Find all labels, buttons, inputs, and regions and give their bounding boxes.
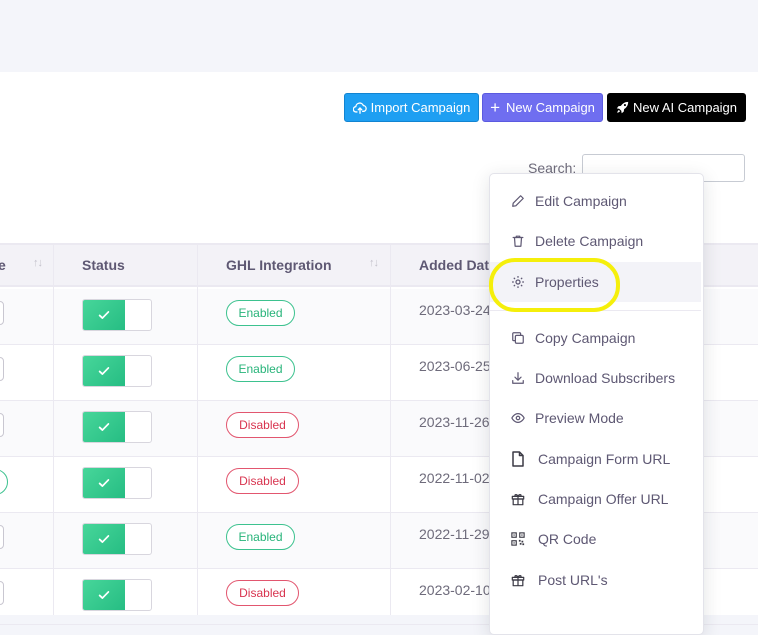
check-icon: [83, 468, 125, 498]
new-campaign-button[interactable]: + New Campaign: [482, 93, 603, 122]
check-icon: [83, 412, 125, 442]
dropdown-item-label: Delete Campaign: [535, 233, 644, 249]
column-divider: [53, 243, 54, 615]
dropdown-item-label: Campaign Offer URL: [538, 491, 669, 507]
new-ai-campaign-label: New AI Campaign: [632, 100, 738, 115]
dropdown-item-preview-mode[interactable]: Preview Mode: [490, 398, 701, 438]
column-header-name[interactable]: e: [0, 245, 6, 285]
cut-off-cell-control[interactable]: [0, 581, 4, 605]
column-divider: [390, 243, 391, 615]
dropdown-item-edit-campaign[interactable]: Edit Campaign: [490, 181, 701, 221]
status-toggle[interactable]: [82, 299, 152, 331]
dropdown-item-label: Edit Campaign: [535, 193, 627, 209]
check-icon: [83, 580, 125, 610]
new-campaign-label: New Campaign: [506, 100, 595, 115]
cloud-upload-icon: [352, 101, 367, 114]
gear-icon: [510, 274, 526, 290]
dropdown-item-label: Post URL's: [538, 572, 608, 588]
ghl-status-badge: Enabled: [226, 356, 295, 382]
added-date: 2023-03-24: [419, 302, 491, 318]
dropdown-item-copy-campaign[interactable]: Copy Campaign: [490, 318, 701, 358]
trash-icon: [510, 233, 526, 249]
ghl-status-badge: Enabled: [226, 300, 295, 326]
dropdown-item-label: Download Subscribers: [535, 370, 676, 386]
dropdown-item-qr-code[interactable]: QR Code: [490, 519, 701, 559]
dropdown-item-delete-campaign[interactable]: Delete Campaign: [490, 221, 701, 261]
column-header-added-date[interactable]: Added Dat: [419, 245, 489, 285]
cut-off-cell-control[interactable]: [0, 357, 4, 381]
status-toggle[interactable]: [82, 411, 152, 443]
ghl-status-badge: Disabled: [226, 412, 299, 438]
qr-code-icon: [510, 531, 526, 547]
added-date: 2022-11-29: [419, 526, 490, 542]
eye-icon: [510, 410, 526, 426]
dropdown-item-properties[interactable]: Properties: [490, 262, 701, 302]
plus-icon: +: [490, 98, 501, 117]
ghl-status-badge: Disabled: [226, 468, 299, 494]
ghl-status-badge: Disabled: [226, 580, 299, 606]
dropdown-item-label: Properties: [535, 274, 599, 290]
column-header-status[interactable]: Status: [82, 245, 125, 285]
check-icon: [83, 524, 125, 554]
dropdown-item-download-subscribers[interactable]: Download Subscribers: [490, 358, 701, 398]
ghl-status-badge: Enabled: [226, 524, 295, 550]
dropdown-item-label: Campaign Form URL: [538, 451, 671, 467]
gift-icon: [510, 572, 526, 588]
check-icon: [83, 356, 125, 386]
edit-icon: [510, 193, 526, 209]
dropdown-item-label: Preview Mode: [535, 410, 624, 426]
dropdown-item-label: Copy Campaign: [535, 330, 636, 346]
added-date: 2023-06-25: [419, 358, 491, 374]
dropdown-divider: [490, 310, 701, 311]
added-date: 2022-11-02: [419, 470, 490, 486]
dropdown-item-campaign-offer-url[interactable]: Campaign Offer URL: [490, 479, 701, 519]
import-campaign-label: Import Campaign: [370, 100, 471, 115]
file-icon: [510, 451, 526, 467]
cut-off-cell-control[interactable]: [0, 301, 4, 325]
added-date: 2023-11-26: [419, 414, 490, 430]
cut-off-cell-control[interactable]: [0, 469, 8, 495]
check-icon: [83, 300, 125, 330]
new-ai-campaign-button[interactable]: New AI Campaign: [607, 93, 746, 122]
copy-icon: [510, 330, 526, 346]
sort-icon[interactable]: ↑↓: [33, 257, 43, 269]
dropdown-item-campaign-form-url[interactable]: Campaign Form URL: [490, 439, 701, 479]
import-campaign-button[interactable]: Import Campaign: [344, 93, 479, 122]
download-icon: [510, 370, 526, 386]
cut-off-cell-control[interactable]: [0, 525, 4, 549]
column-divider: [197, 243, 198, 615]
column-header-ghl-integration[interactable]: GHL Integration: [226, 245, 332, 285]
dropdown-item-label: QR Code: [538, 531, 597, 547]
dropdown-item-post-url-s[interactable]: Post URL's: [490, 560, 701, 600]
status-toggle[interactable]: [82, 579, 152, 611]
status-toggle[interactable]: [82, 467, 152, 499]
gift-icon: [510, 491, 526, 507]
cut-off-cell-control[interactable]: [0, 413, 4, 437]
campaign-actions-dropdown: Edit Campaign Delete Campaign Properties Co…: [489, 173, 704, 635]
rocket-icon: [616, 101, 629, 114]
status-toggle[interactable]: [82, 355, 152, 387]
added-date: 2023-02-10: [419, 582, 491, 598]
status-toggle[interactable]: [82, 523, 152, 555]
sort-icon[interactable]: ↑↓: [369, 257, 379, 269]
